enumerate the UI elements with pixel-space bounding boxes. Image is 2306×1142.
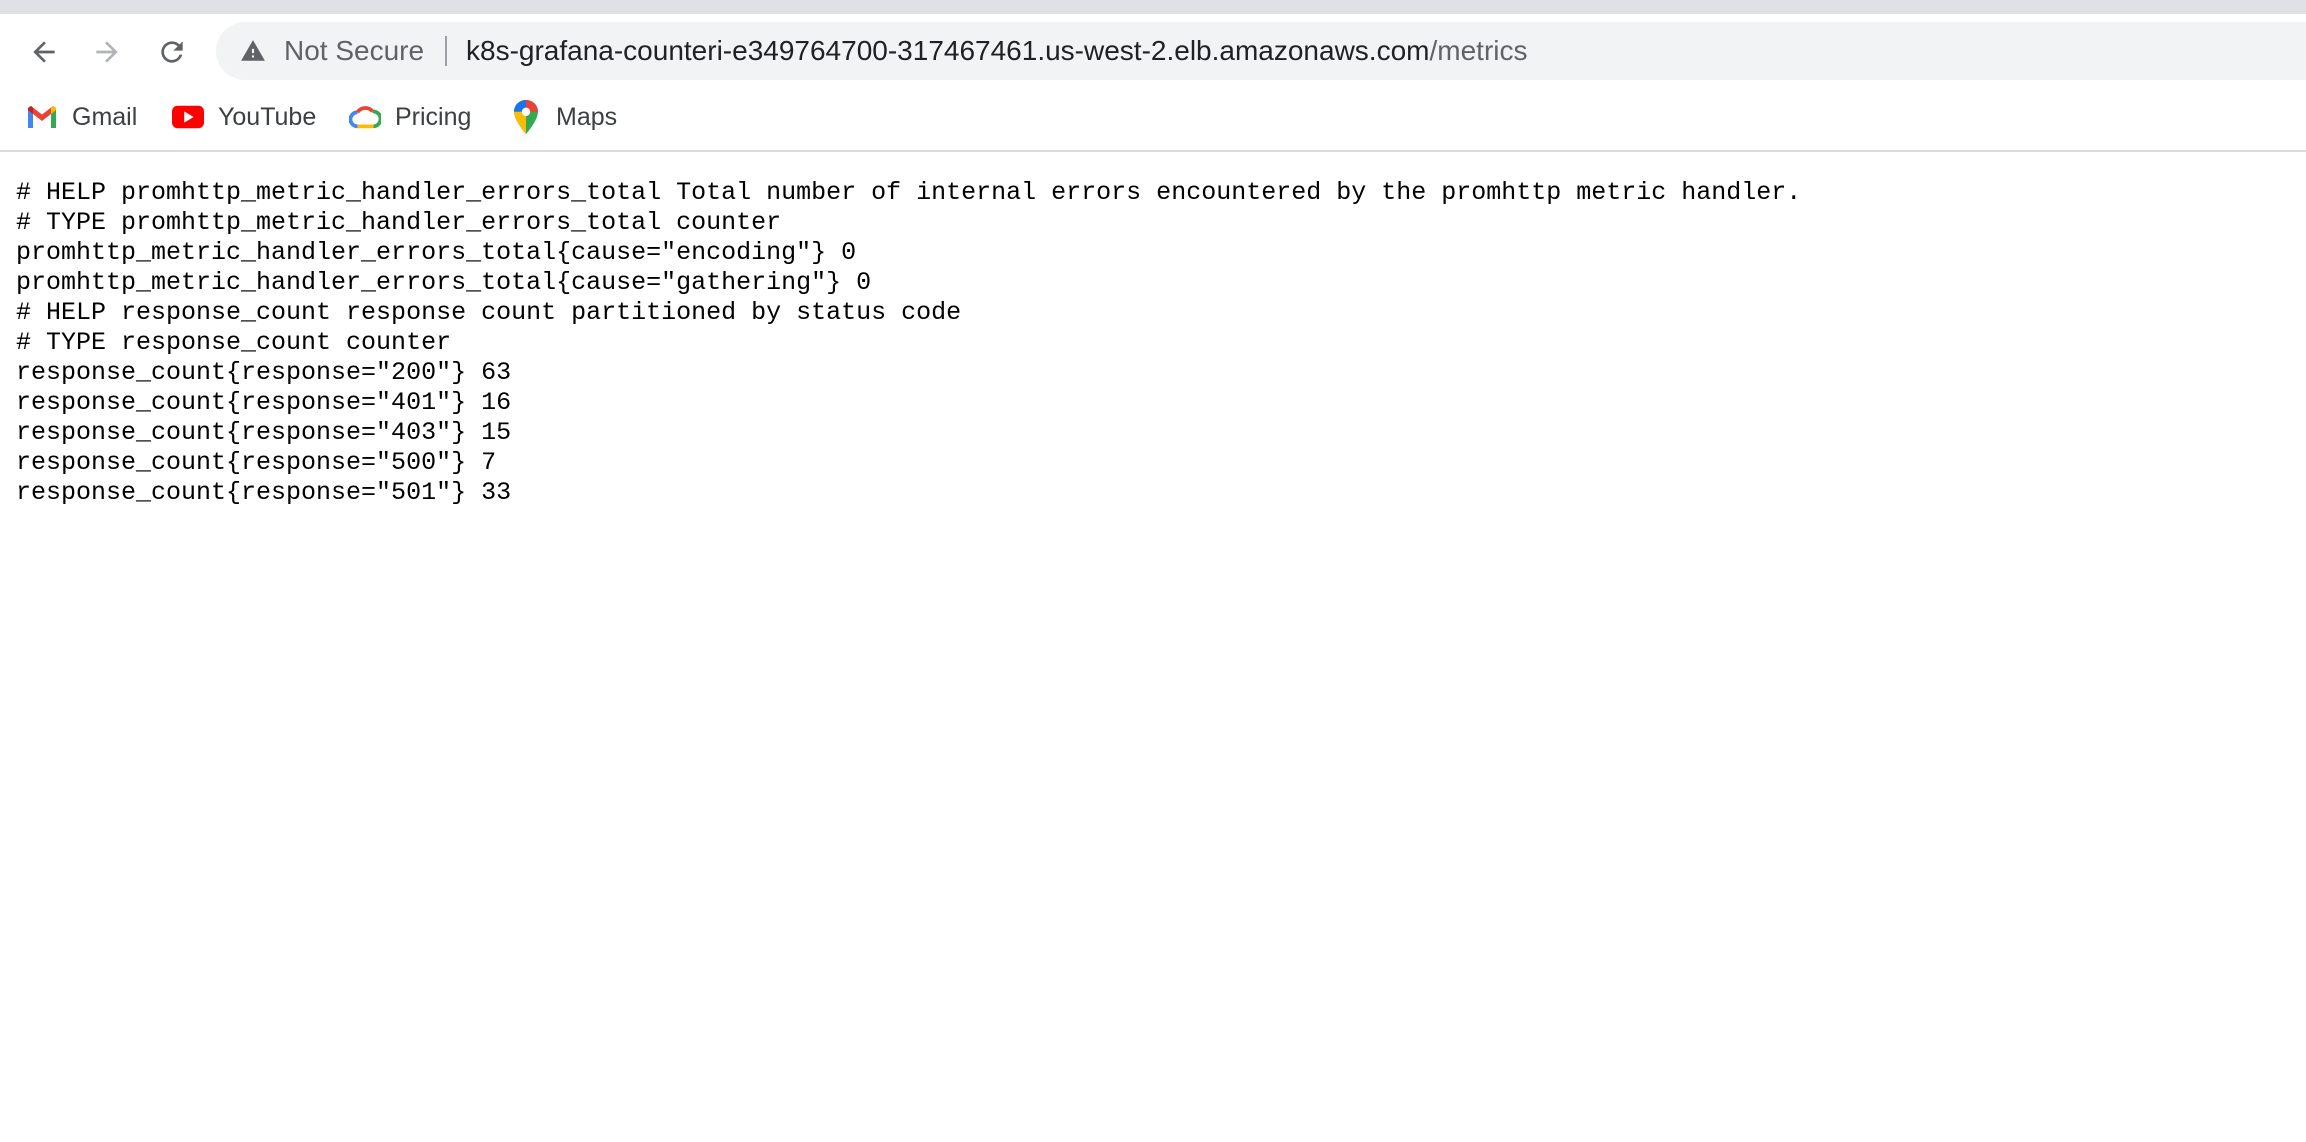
bookmark-pricing[interactable]: Pricing (349, 97, 471, 137)
reload-icon (161, 41, 183, 63)
metrics-line: response_count{response="501"} 33 (16, 478, 512, 507)
security-label[interactable]: Not Secure (284, 22, 424, 80)
gmail-icon (26, 101, 58, 133)
omnibox-separator (445, 36, 447, 66)
bookmark-label: Gmail (72, 102, 138, 131)
bookmark-label: Pricing (395, 102, 472, 131)
metrics-line: promhttp_metric_handler_errors_total{cau… (16, 238, 857, 267)
arrow-left-icon (33, 41, 55, 63)
metrics-line: response_count{response="200"} 63 (16, 358, 512, 387)
bookmark-gmail[interactable]: Gmail (26, 97, 137, 137)
metrics-line: # TYPE response_count counter (16, 328, 452, 357)
metrics-line: response_count{response="403"} 15 (16, 418, 512, 447)
tab-strip (0, 0, 2306, 14)
bookmark-youtube[interactable]: YouTube (172, 97, 316, 137)
maps-pin-icon (510, 100, 542, 134)
address-bar[interactable]: Not Secure k8s-grafana-counteri-e3497647… (216, 22, 2306, 80)
metrics-line: promhttp_metric_handler_errors_total{cau… (16, 268, 872, 297)
reload-button[interactable] (148, 28, 196, 76)
metrics-line: # HELP promhttp_metric_handler_errors_to… (16, 178, 1802, 207)
url-text[interactable]: k8s-grafana-counteri-e349764700-31746746… (466, 22, 1527, 80)
bookmark-label: YouTube (218, 102, 317, 131)
url-host: k8s-grafana-counteri-e349764700-31746746… (466, 35, 1430, 66)
metrics-text: # HELP promhttp_metric_handler_errors_to… (16, 178, 2286, 508)
back-button[interactable] (20, 28, 68, 76)
browser-toolbar: Not Secure k8s-grafana-counteri-e3497647… (0, 14, 2306, 87)
arrow-right-icon (96, 41, 118, 63)
bookmark-label: Maps (556, 102, 618, 131)
metrics-line: # HELP response_count response count par… (16, 298, 962, 327)
url-path: /metrics (1429, 35, 1528, 66)
bookmark-maps[interactable]: Maps (510, 97, 617, 137)
forward-button[interactable] (83, 28, 131, 76)
metrics-line: response_count{response="500"} 7 (16, 448, 497, 477)
google-cloud-icon (349, 101, 381, 133)
bookmarks-bar: Gmail YouTube Pricing Maps (0, 87, 2306, 152)
metrics-line: # TYPE promhttp_metric_handler_errors_to… (16, 208, 782, 237)
metrics-line: response_count{response="401"} 16 (16, 388, 512, 417)
warning-triangle-icon[interactable] (240, 38, 266, 64)
youtube-icon (172, 101, 204, 133)
